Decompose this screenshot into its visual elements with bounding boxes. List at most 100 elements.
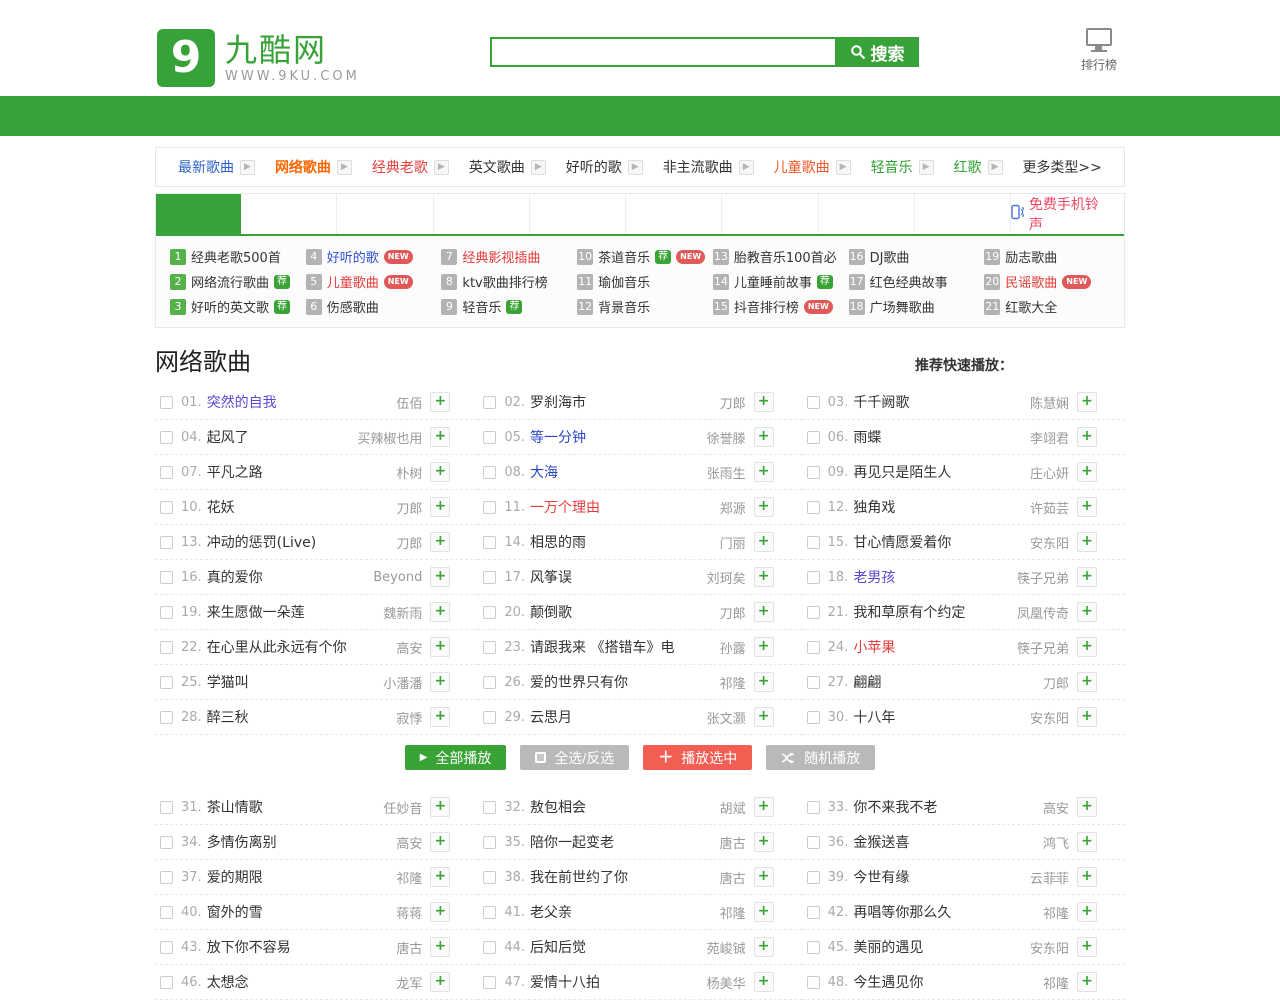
add-to-playlist-button[interactable]: + xyxy=(430,672,450,692)
song-artist-link[interactable]: 刀郎 xyxy=(720,603,746,622)
add-to-playlist-button[interactable]: + xyxy=(1077,567,1097,587)
recommend-item[interactable]: 8 ktv歌曲排行榜 xyxy=(441,272,577,291)
song-title-link[interactable]: 老父亲 xyxy=(530,902,714,922)
song-artist-link[interactable]: 云菲菲 xyxy=(1030,868,1069,887)
recommend-tab[interactable] xyxy=(819,194,915,234)
song-title-link[interactable]: 我和草原有个约定 xyxy=(853,602,1011,622)
song-title-link[interactable]: 突然的自我 xyxy=(207,392,391,412)
song-checkbox[interactable] xyxy=(483,976,496,989)
song-title-link[interactable]: 来生愿做一朵莲 xyxy=(207,602,378,622)
recommend-tab[interactable] xyxy=(626,194,722,234)
song-checkbox[interactable] xyxy=(807,711,820,724)
song-title-link[interactable]: 美丽的遇见 xyxy=(853,937,1024,957)
add-to-playlist-button[interactable]: + xyxy=(754,902,774,922)
song-artist-link[interactable]: 买辣椒也用 xyxy=(357,428,422,447)
add-to-playlist-button[interactable]: + xyxy=(1077,972,1097,992)
song-artist-link[interactable]: 凤凰传奇 xyxy=(1017,603,1069,622)
playback-control-button[interactable]: ▶ ＋ 播放选中 xyxy=(643,745,752,770)
play-arrow-icon[interactable]: ▶ xyxy=(919,160,934,175)
song-artist-link[interactable]: 祁隆 xyxy=(720,903,746,922)
song-checkbox[interactable] xyxy=(483,396,496,409)
play-arrow-icon[interactable]: ▶ xyxy=(240,160,255,175)
category-link[interactable]: 非主流歌曲 xyxy=(663,157,733,177)
add-to-playlist-button[interactable]: + xyxy=(430,937,450,957)
song-artist-link[interactable]: 蒋蒋 xyxy=(396,903,422,922)
recommend-item[interactable]: 10 茶道音乐 荐 NEW xyxy=(577,247,713,266)
add-to-playlist-button[interactable]: + xyxy=(1077,707,1097,727)
recommend-tab[interactable] xyxy=(915,194,1011,234)
recommend-tab[interactable] xyxy=(337,194,433,234)
song-checkbox[interactable] xyxy=(160,466,173,479)
song-artist-link[interactable]: 龙军 xyxy=(396,973,422,992)
song-title-link[interactable]: 我在前世约了你 xyxy=(530,867,714,887)
recommend-item[interactable]: 18 广场舞歌曲 xyxy=(849,297,985,316)
song-artist-link[interactable]: 祁隆 xyxy=(1043,903,1069,922)
add-to-playlist-button[interactable]: + xyxy=(1077,462,1097,482)
song-artist-link[interactable]: 祁隆 xyxy=(396,868,422,887)
song-title-link[interactable]: 起风了 xyxy=(207,427,352,447)
song-artist-link[interactable]: 小潘潘 xyxy=(383,673,422,692)
song-title-link[interactable]: 爱的期限 xyxy=(207,867,391,887)
add-to-playlist-button[interactable]: + xyxy=(430,797,450,817)
song-artist-link[interactable]: 筷子兄弟 xyxy=(1017,638,1069,657)
play-arrow-icon[interactable]: ▶ xyxy=(531,160,546,175)
song-checkbox[interactable] xyxy=(160,641,173,654)
recommend-item[interactable]: 14 儿童睡前故事 荐 xyxy=(713,272,849,291)
add-to-playlist-button[interactable]: + xyxy=(1077,672,1097,692)
song-title-link[interactable]: 花妖 xyxy=(207,497,391,517)
song-title-link[interactable]: 真的爱你 xyxy=(207,567,368,587)
song-title-link[interactable]: 今世有缘 xyxy=(853,867,1024,887)
site-logo[interactable]: 9 九酷网 WWW.9KU.COM xyxy=(157,29,360,87)
song-checkbox[interactable] xyxy=(807,801,820,814)
song-checkbox[interactable] xyxy=(807,466,820,479)
add-to-playlist-button[interactable]: + xyxy=(754,602,774,622)
recommend-item[interactable]: 21 红歌大全 xyxy=(984,297,1120,316)
song-title-link[interactable]: 爱情十八拍 xyxy=(530,972,701,992)
song-title-link[interactable]: 甘心情愿爱着你 xyxy=(853,532,1024,552)
song-checkbox[interactable] xyxy=(807,836,820,849)
add-to-playlist-button[interactable]: + xyxy=(754,427,774,447)
recommend-tab[interactable] xyxy=(530,194,626,234)
song-title-link[interactable]: 独角戏 xyxy=(853,497,1024,517)
add-to-playlist-button[interactable]: + xyxy=(430,832,450,852)
add-to-playlist-button[interactable]: + xyxy=(754,797,774,817)
ranking-shortcut[interactable]: 排行榜 xyxy=(1081,28,1117,73)
recommend-item[interactable]: 16 DJ歌曲 xyxy=(849,247,985,266)
song-artist-link[interactable]: 胡斌 xyxy=(720,798,746,817)
recommend-item[interactable]: 5 儿童歌曲 NEW xyxy=(306,272,442,291)
song-artist-link[interactable]: 朴树 xyxy=(396,463,422,482)
song-title-link[interactable]: 小苹果 xyxy=(853,637,1011,657)
song-checkbox[interactable] xyxy=(807,641,820,654)
song-title-link[interactable]: 后知后觉 xyxy=(530,937,701,957)
song-checkbox[interactable] xyxy=(483,871,496,884)
recommend-item[interactable]: 12 背景音乐 xyxy=(577,297,713,316)
add-to-playlist-button[interactable]: + xyxy=(1077,637,1097,657)
song-title-link[interactable]: 你不来我不老 xyxy=(853,797,1037,817)
song-checkbox[interactable] xyxy=(483,641,496,654)
playback-control-button[interactable]: ▶ ＋ 全部播放 xyxy=(405,745,507,770)
song-artist-link[interactable]: 张文灏 xyxy=(707,708,746,727)
song-checkbox[interactable] xyxy=(483,431,496,444)
add-to-playlist-button[interactable]: + xyxy=(754,867,774,887)
add-to-playlist-button[interactable]: + xyxy=(1077,832,1097,852)
song-checkbox[interactable] xyxy=(160,431,173,444)
add-to-playlist-button[interactable]: + xyxy=(1077,497,1097,517)
song-title-link[interactable]: 今生遇见你 xyxy=(853,972,1037,992)
add-to-playlist-button[interactable]: + xyxy=(1077,427,1097,447)
song-title-link[interactable]: 十八年 xyxy=(853,707,1024,727)
song-checkbox[interactable] xyxy=(160,676,173,689)
song-artist-link[interactable]: 刘珂矣 xyxy=(707,568,746,587)
recommend-item[interactable]: 9 轻音乐 荐 xyxy=(441,297,577,316)
category-link[interactable]: 红歌 xyxy=(954,157,982,177)
song-checkbox[interactable] xyxy=(160,501,173,514)
song-artist-link[interactable]: 张雨生 xyxy=(707,463,746,482)
add-to-playlist-button[interactable]: + xyxy=(430,972,450,992)
song-title-link[interactable]: 平凡之路 xyxy=(207,462,391,482)
add-to-playlist-button[interactable]: + xyxy=(430,902,450,922)
song-artist-link[interactable]: 唐古 xyxy=(720,833,746,852)
add-to-playlist-button[interactable]: + xyxy=(754,637,774,657)
add-to-playlist-button[interactable]: + xyxy=(430,532,450,552)
song-artist-link[interactable]: 伍佰 xyxy=(396,393,422,412)
song-artist-link[interactable]: 魏新雨 xyxy=(383,603,422,622)
song-artist-link[interactable]: 李翊君 xyxy=(1030,428,1069,447)
